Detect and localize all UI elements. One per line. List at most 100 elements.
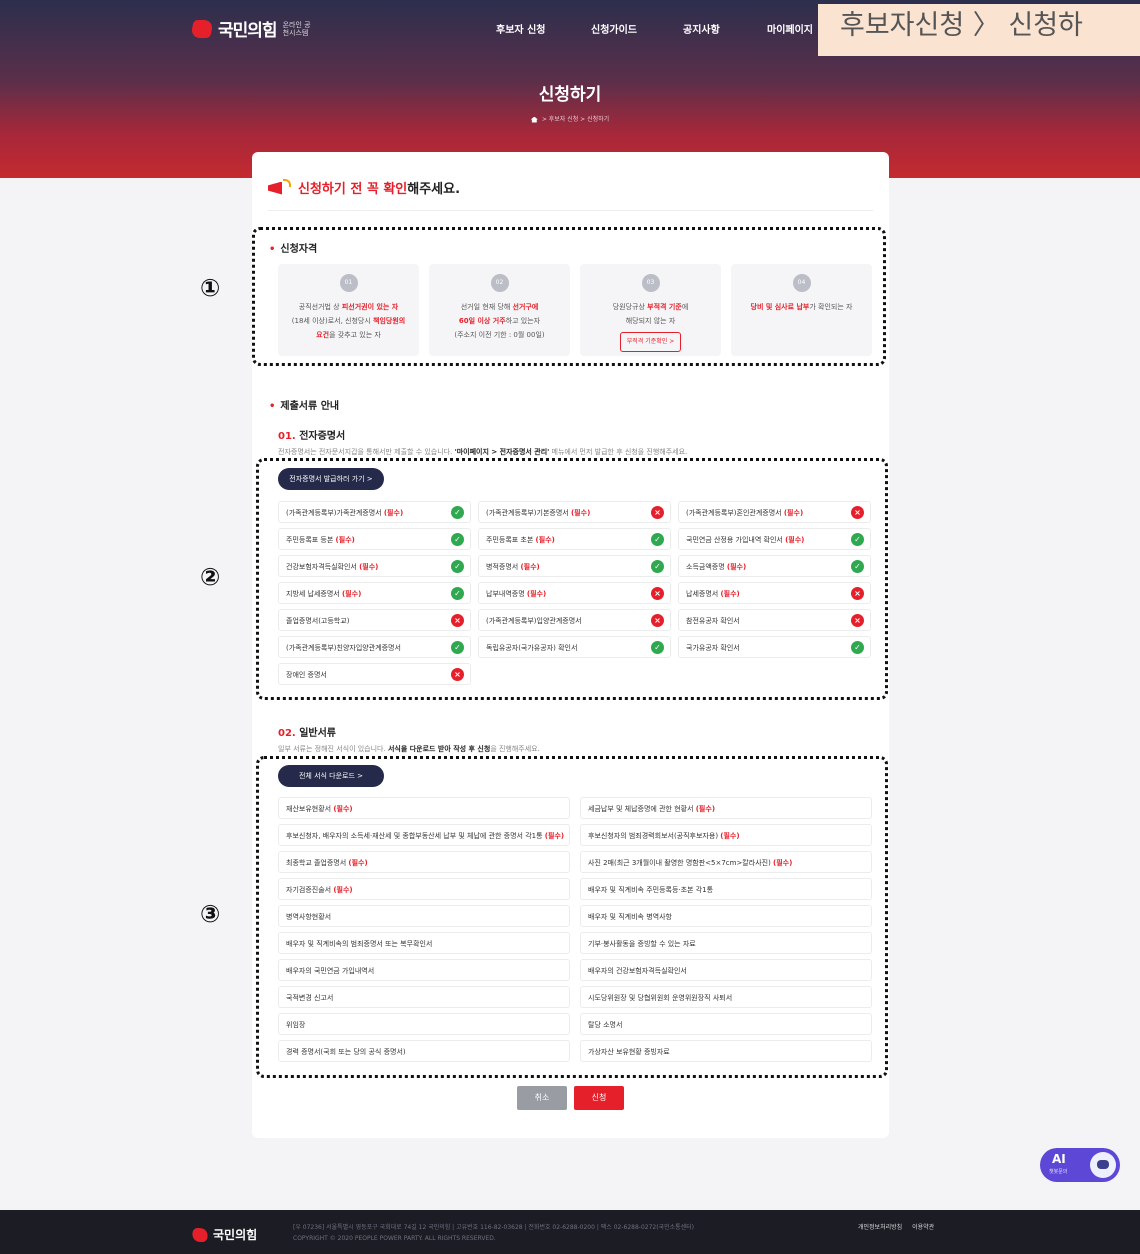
- general-doc-item[interactable]: 재산보유현황서 (필수): [278, 797, 570, 819]
- e-cert-label: 국가유공자 확인서: [686, 644, 740, 652]
- robot-icon: [1090, 1152, 1116, 1178]
- nav-item-mypage[interactable]: 마이페이지: [767, 21, 813, 36]
- e-cert-item[interactable]: (가족관계등록부)가족관계증명서 (필수) ✓: [278, 501, 471, 523]
- notice-rest: 해주세요.: [407, 182, 461, 197]
- general-doc-label: 탈당 소명서: [588, 1021, 623, 1029]
- general-doc-item[interactable]: 후보신청자, 배우자의 소득세·재산세 및 종합부동산세 납부 및 체납에 관한…: [278, 824, 570, 846]
- e-cert-item[interactable]: 병적증명서 (필수) ✓: [478, 555, 671, 577]
- e-cert-item[interactable]: (가족관계등록부)기본증명서 (필수) ×: [478, 501, 671, 523]
- e-cert-item[interactable]: 납부내역증명 (필수) ×: [478, 582, 671, 604]
- required-tag: (필수): [726, 563, 747, 571]
- required-tag: (필수): [341, 590, 362, 598]
- e-cert-item[interactable]: 건강보험자격득실확인서 (필수) ✓: [278, 555, 471, 577]
- logo-text: 국민의힘: [218, 21, 278, 41]
- general-doc-item[interactable]: 국적변경 신고서: [278, 986, 570, 1008]
- general-doc-item[interactable]: 탈당 소명서: [580, 1013, 872, 1035]
- required-tag: (필수): [783, 509, 804, 517]
- general-doc-label: 배우자 및 직계비속 주민등록등·초본 각1통: [588, 886, 714, 894]
- step-number: 02: [490, 274, 509, 292]
- download-all-forms-button[interactable]: 전체 서식 다운로드 >: [278, 765, 384, 787]
- nav-item-guide[interactable]: 신청가이드: [591, 21, 637, 36]
- required-tag: (필수): [335, 536, 355, 544]
- general-doc-item[interactable]: 사진 2매(최근 3개월이내 촬영한 명함판<5×7cm>칼라사진) (필수): [580, 851, 872, 873]
- general-doc-item[interactable]: 배우자 및 직계비속의 범죄증명서 또는 복무확인서: [278, 932, 570, 954]
- submit-button[interactable]: 신청: [574, 1086, 624, 1110]
- home-icon[interactable]: [530, 116, 538, 123]
- e-cert-item[interactable]: 납세증명서 (필수) ×: [678, 582, 871, 604]
- nav-item-candidate-apply[interactable]: 후보자 신청: [496, 21, 545, 36]
- e-cert-item[interactable]: 독립유공자(국가유공자) 확인서 ✓: [478, 636, 671, 658]
- e-cert-item[interactable]: 장애인 증명서 ×: [278, 663, 471, 685]
- site-logo[interactable]: 국민의힘 온라인 공천시스템: [190, 16, 313, 41]
- x-icon: ×: [851, 614, 864, 627]
- e-cert-item[interactable]: (가족관계등록부)입양관계증명서 ×: [478, 609, 671, 631]
- disqualification-criteria-button[interactable]: 부적격 기준확인 >: [619, 332, 682, 352]
- e-cert-label: 지방세 납세증명서 (필수): [286, 590, 362, 598]
- general-doc-label: 후보신청자, 배우자의 소득세·재산세 및 종합부동산세 납부 및 체납에 관한…: [286, 832, 565, 840]
- e-cert-item[interactable]: (가족관계등록부)혼인관계증명서 (필수) ×: [678, 501, 871, 523]
- general-doc-item[interactable]: 세금납부 및 체납증명에 관한 현황서 (필수): [580, 797, 872, 819]
- check-icon: ✓: [451, 533, 464, 546]
- general-doc-item[interactable]: 가상자산 보유현황 증빙자료: [580, 1040, 872, 1062]
- general-doc-item[interactable]: 경력 증명서(국회 또는 당의 공식 증명서): [278, 1040, 570, 1062]
- general-doc-label: 최종학교 졸업증명서 (필수): [286, 859, 368, 867]
- e-cert-item[interactable]: 주민등록표 초본 (필수) ✓: [478, 528, 671, 550]
- page-title: 신청하기: [538, 85, 602, 105]
- required-tag: (필수): [570, 509, 591, 517]
- e-cert-item[interactable]: 국민연금 산정용 가입내역 확인서 (필수) ✓: [678, 528, 871, 550]
- e-cert-item[interactable]: 지방세 납세증명서 (필수) ✓: [278, 582, 471, 604]
- e-cert-item[interactable]: 참전유공자 확인서 ×: [678, 609, 871, 631]
- e-cert-item[interactable]: (가족관계등록부)친양자입양관계증명서 ✓: [278, 636, 471, 658]
- x-icon: ×: [451, 614, 464, 627]
- e-cert-label: (가족관계등록부)가족관계증명서 (필수): [286, 509, 404, 517]
- e-cert-label: 참전유공자 확인서: [686, 617, 740, 625]
- general-doc-label: 자기검증진술서 (필수): [286, 886, 353, 894]
- e-cert-item[interactable]: 국가유공자 확인서 ✓: [678, 636, 871, 658]
- general-doc-label: 기부·봉사활동을 증빙할 수 있는 자료: [588, 940, 696, 948]
- general-doc-item[interactable]: 배우자의 국민연금 가입내역서: [278, 959, 570, 981]
- e-cert-label: 납부내역증명 (필수): [486, 590, 547, 598]
- general-doc-item[interactable]: 기부·봉사활동을 증빙할 수 있는 자료: [580, 932, 872, 954]
- breadcrumb: > 후보자 신청 > 신청하기: [0, 114, 1140, 123]
- e-cert-item[interactable]: 졸업증명서(고등학교) ×: [278, 609, 471, 631]
- terms-link[interactable]: 이용약관: [912, 1224, 934, 1231]
- check-icon: ✓: [851, 533, 864, 546]
- e-cert-item[interactable]: 소득금액증명 (필수) ✓: [678, 555, 871, 577]
- general-doc-label: 가상자산 보유현황 증빙자료: [588, 1048, 670, 1056]
- x-icon: ×: [451, 668, 464, 681]
- general-doc-label: 사진 2매(최근 3개월이내 촬영한 명함판<5×7cm>칼라사진) (필수): [588, 859, 793, 867]
- general-doc-label: 배우자 및 직계비속의 범죄증명서 또는 복무확인서: [286, 940, 433, 948]
- general-doc-item[interactable]: 배우자의 건강보험자격득실확인서: [580, 959, 872, 981]
- privacy-policy-link[interactable]: 개인정보처리방침: [858, 1224, 902, 1231]
- check-icon: ✓: [451, 560, 464, 573]
- party-logo-icon: [190, 1227, 210, 1242]
- general-doc-item[interactable]: 배우자 및 직계비속 병역사항: [580, 905, 872, 927]
- e-cert-item[interactable]: 주민등록표 등본 (필수) ✓: [278, 528, 471, 550]
- e-cert-title: 01. 전자증명서: [278, 431, 346, 442]
- general-doc-item[interactable]: 병역사항현황서: [278, 905, 570, 927]
- general-doc-item[interactable]: 위임장: [278, 1013, 570, 1035]
- annotation-marker-2: ②: [200, 563, 221, 591]
- notice-highlight: 신청하기 전 꼭 확인: [298, 182, 408, 197]
- check-icon: ✓: [651, 641, 664, 654]
- general-doc-item[interactable]: 최종학교 졸업증명서 (필수): [278, 851, 570, 873]
- step-number: 04: [792, 274, 811, 292]
- step-number: 01: [339, 274, 358, 292]
- general-doc-item[interactable]: 자기검증진술서 (필수): [278, 878, 570, 900]
- qualification-item-4: 04 당비 및 심사료 납부가 확인되는 자: [731, 264, 872, 356]
- annotation-marker-1: ①: [200, 274, 221, 302]
- general-doc-item[interactable]: 후보신청자의 범죄경력회보서(공직후보자용) (필수): [580, 824, 872, 846]
- ai-chatbot-button[interactable]: AI 챗봇문의: [1040, 1148, 1120, 1182]
- e-cert-label: 국민연금 산정용 가입내역 확인서 (필수): [686, 536, 805, 544]
- general-doc-label: 배우자의 건강보험자격득실확인서: [588, 967, 687, 975]
- general-doc-label: 재산보유현황서 (필수): [286, 805, 353, 813]
- cancel-button[interactable]: 취소: [517, 1086, 567, 1110]
- general-doc-item[interactable]: 시도당위원장 및 당협위원회 운영위원장직 사퇴서: [580, 986, 872, 1008]
- e-cert-label: 납세증명서 (필수): [686, 590, 740, 598]
- general-doc-item[interactable]: 배우자 및 직계비속 주민등록등·초본 각1통: [580, 878, 872, 900]
- x-icon: ×: [651, 587, 664, 600]
- issue-e-cert-button[interactable]: 전자증명서 발급하러 가기 >: [278, 468, 384, 490]
- general-doc-label: 병역사항현황서: [286, 913, 332, 921]
- nav-item-notices[interactable]: 공지사항: [683, 21, 720, 36]
- general-doc-label: 후보신청자의 범죄경력회보서(공직후보자용) (필수): [588, 832, 740, 840]
